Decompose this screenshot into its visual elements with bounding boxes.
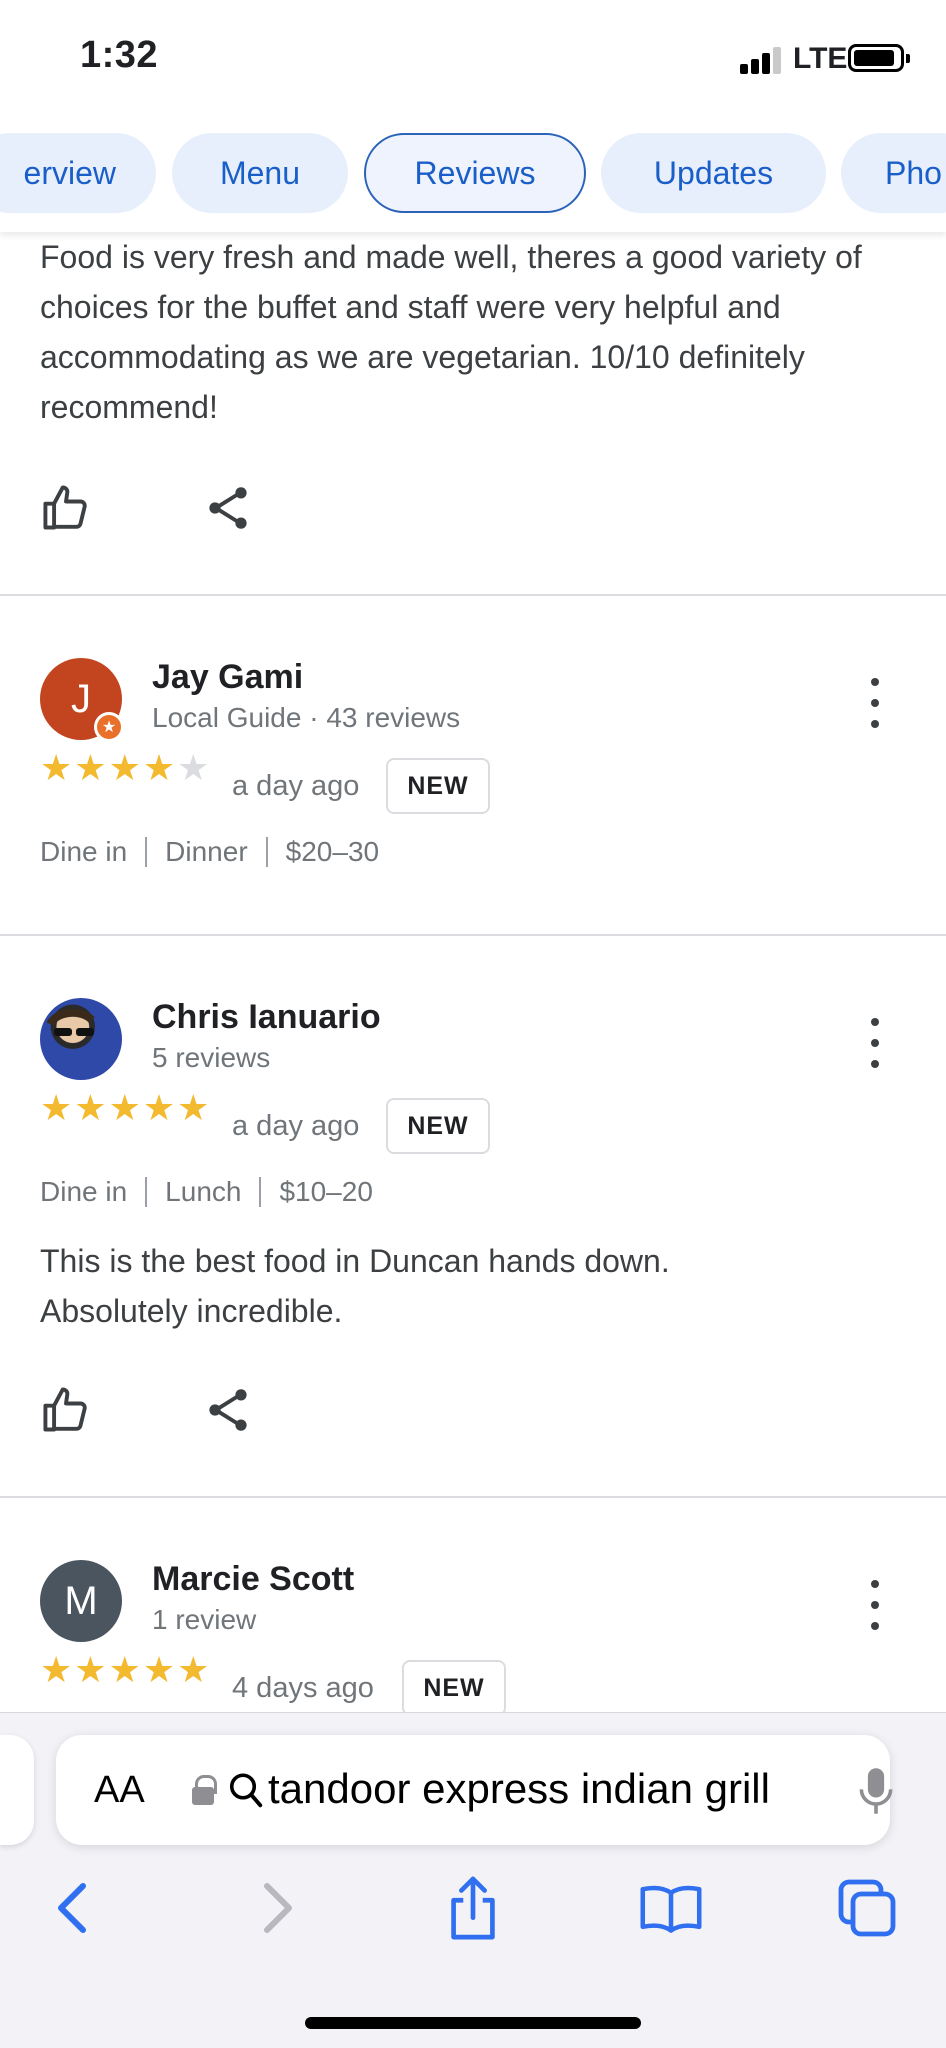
meal-type: Lunch [165,1176,242,1207]
forward-icon [264,1883,292,1933]
divider [0,934,946,936]
avatar-initial: J [71,676,91,721]
avatar-photo [46,1008,95,1036]
address-bar[interactable]: AA tandoor express indian grill [56,1735,893,1845]
tab-reviews[interactable]: Reviews [364,133,586,213]
divider [0,594,946,596]
like-button[interactable] [40,1384,100,1444]
reviews-list: Food is very fresh and made well, theres… [0,232,946,1712]
reviewer-name[interactable]: Chris Ianuario [152,998,381,1037]
star-icon: ★ [108,1087,141,1128]
back-button[interactable] [38,1873,108,1943]
mic-icon[interactable] [856,1765,896,1817]
battery-icon [848,44,910,72]
new-badge: NEW [402,1660,506,1712]
bookmarks-button[interactable] [636,1873,706,1943]
reviewer-name[interactable]: Marcie Scott [152,1560,354,1599]
price-range: $20–30 [285,836,380,867]
star-icon: ★ [108,1649,141,1690]
search-icon [229,1773,263,1808]
star-icon: ★ [142,747,176,788]
more-options-icon[interactable] [860,678,890,728]
star-icon: ★ [40,1649,73,1690]
thumb-up-icon [43,485,87,530]
price-range: $10–20 [279,1176,373,1207]
url-query-text[interactable]: tandoor express indian grill [268,1765,838,1813]
share-page-button[interactable] [438,1873,508,1943]
star-icon: ★ [177,1649,210,1690]
review-date: 4 days ago [232,1672,374,1704]
star-icon: ★ [177,1087,210,1128]
review-text: Food is very fresh and made well, theres… [40,239,862,425]
divider [0,1496,946,1498]
service-type: Dine in [40,1176,128,1207]
more-options-icon[interactable] [860,1018,890,1068]
like-button[interactable] [40,482,100,542]
share-icon [209,1389,247,1431]
status-bar: 1:32 LTE [0,0,946,120]
status-time: 1:32 [80,34,159,76]
browser-toolbar: AA tandoor express indian grill [0,1712,946,2048]
reviewer-name[interactable]: Jay Gami [152,658,303,697]
screen: 1:32 LTE erview Menu Reviews Updates Pho… [0,0,946,2048]
star-icon: ★ [74,1649,107,1690]
review-text: This is the best food in Duncan hands do… [40,1243,670,1329]
reviewer-meta: Local Guide · 43 reviews [152,702,461,733]
lock-icon [192,1775,217,1805]
star-icon: ★ [74,1087,107,1128]
star-icon: ★ [142,1649,176,1690]
visit-details: Dine in Dinner $20–30 [40,836,379,868]
bookmarks-icon [640,1885,702,1933]
share-review-button[interactable] [202,482,262,542]
tabs-icon [838,1879,896,1937]
more-options-icon[interactable] [860,1580,890,1630]
review-date: a day ago [232,1110,360,1142]
avatar[interactable]: M [40,1560,122,1642]
new-badge: NEW [386,758,490,814]
place-tabs: erview Menu Reviews Updates Pho [0,120,946,232]
network-label: LTE [793,42,848,75]
star-empty-icon: ★ [177,747,210,788]
visit-details: Dine in Lunch $10–20 [40,1176,373,1208]
back-icon [58,1883,86,1933]
share-icon [209,487,247,529]
tab-overview[interactable]: erview [0,133,156,213]
reviewer-meta: 1 review [152,1604,257,1635]
home-indicator[interactable] [305,2017,641,2029]
signal-icon [740,46,784,74]
avatar-initial: M [64,1578,98,1623]
avatar[interactable] [40,998,122,1080]
tab-photos[interactable]: Pho [841,133,946,213]
star-rating: ★ ★ ★ ★ ★ [40,750,211,786]
forward-button[interactable] [242,1873,312,1943]
star-icon: ★ [142,1087,176,1128]
meal-type: Dinner [165,836,248,867]
previous-tab-preview[interactable] [0,1735,34,1845]
share-icon [451,1876,495,1940]
text-size-button[interactable]: AA [94,1769,145,1812]
star-icon: ★ [40,1087,73,1128]
star-icon: ★ [40,747,73,788]
tabs-button[interactable] [832,1873,902,1943]
text-size-label: AA [94,1769,145,1811]
local-guide-star-icon: ★ [94,712,124,742]
new-badge: NEW [386,1098,490,1154]
review-date: a day ago [232,770,360,802]
tab-menu[interactable]: Menu [172,133,348,213]
star-icon: ★ [108,747,141,788]
service-type: Dine in [40,836,128,867]
star-rating: ★ ★ ★ ★ ★ [40,1652,211,1688]
avatar[interactable]: J ★ [40,658,124,742]
star-icon: ★ [74,747,107,788]
star-rating: ★ ★ ★ ★ ★ [40,1090,211,1126]
tab-updates[interactable]: Updates [601,133,826,213]
thumb-up-icon [43,1387,87,1432]
reviewer-meta: 5 reviews [152,1042,271,1073]
share-review-button[interactable] [202,1384,262,1444]
